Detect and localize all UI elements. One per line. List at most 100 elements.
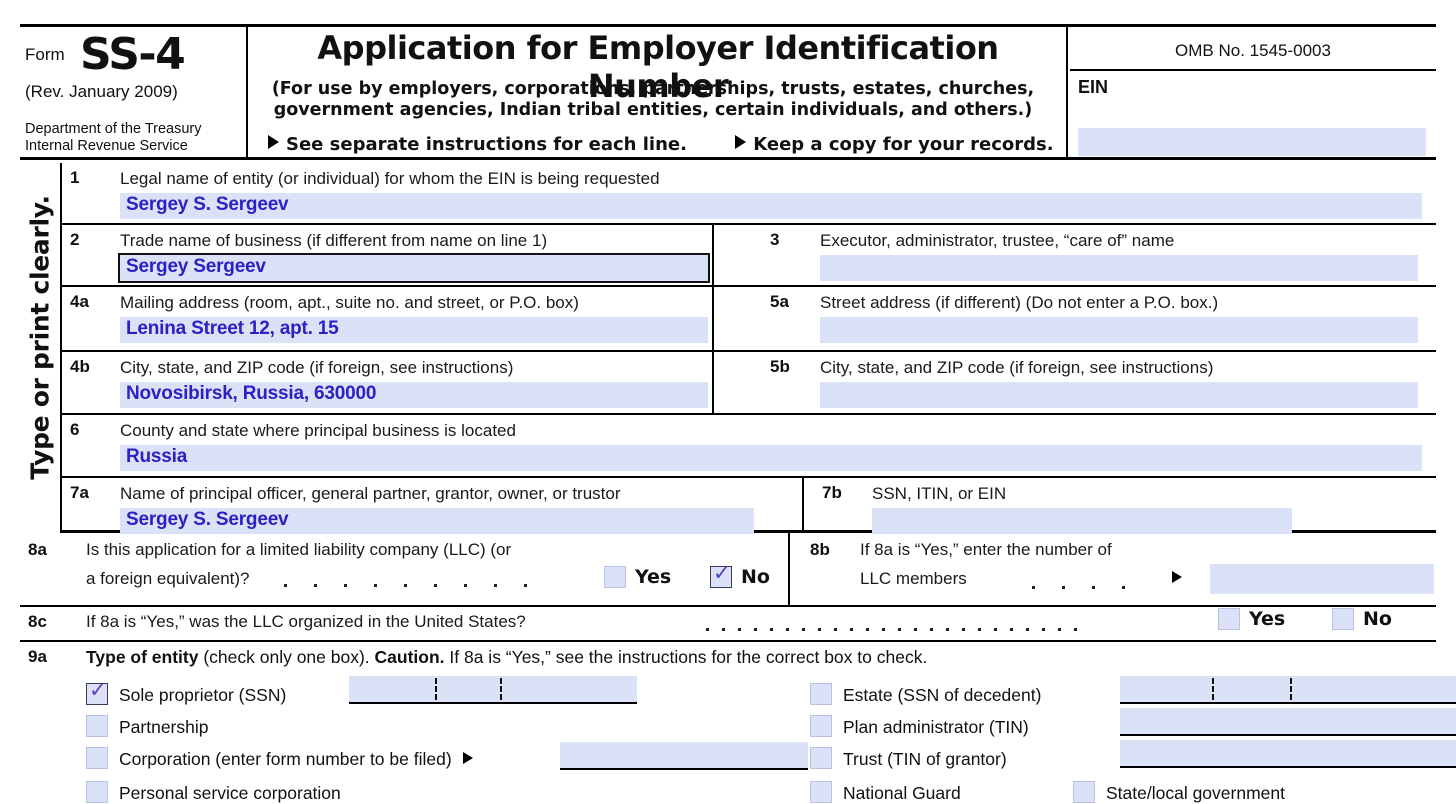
form-row-1: 1 Legal name of entity (or individual) f… (62, 163, 1436, 225)
line-label-3: Executor, administrator, trustee, “care … (820, 231, 1175, 250)
entity-option-trust[interactable]: Trust (TIN of grantor) (810, 747, 1007, 770)
checkbox-8c-yes-label: Yes (1249, 608, 1286, 630)
line-label-1: Legal name of entity (or individual) for… (120, 169, 660, 188)
line-label-5a: Street address (if different) (Do not en… (820, 293, 1219, 312)
sole-proprietor-ssn-input[interactable] (349, 676, 637, 704)
arrow-right-icon (462, 752, 473, 764)
dot-leader (284, 577, 554, 595)
line-label-7b: SSN, ITIN, or EIN (872, 484, 1007, 503)
department-line-1: Department of the Treasury (25, 121, 202, 137)
ein-label: EIN (1078, 77, 1109, 97)
checkbox-state-local-government[interactable] (1073, 781, 1095, 803)
entity-option-estate[interactable]: Estate (SSN of decedent) (810, 683, 1041, 706)
field-trade-name: 2 Trade name of business (if different f… (62, 225, 714, 285)
checkbox-estate[interactable] (810, 683, 832, 705)
line-4a-value: Lenina Street 12, apt. 15 (126, 318, 339, 339)
ssn-separator (1290, 678, 1292, 700)
dot-leader (1032, 579, 1152, 597)
field-mailing-address: 4a Mailing address (room, apt., suite no… (62, 287, 714, 350)
line-label-8a-part2: a foreign equivalent)? (86, 569, 250, 588)
line-label-9a-mid: (check only one box). (198, 647, 375, 667)
checkbox-8a-no-label: No (741, 566, 770, 588)
ssn-separator (1212, 678, 1214, 700)
checkbox-national-guard[interactable] (810, 781, 832, 803)
line-label-8b-part1: If 8a is “Yes,” enter the number of (860, 540, 1112, 559)
field-street-city: 5b City, state, and ZIP code (if foreign… (714, 352, 1436, 413)
entity-label-sole-proprietor: Sole proprietor (SSN) (119, 685, 287, 705)
header-left-block: Form SS-4 (Rev. January 2009) Department… (20, 27, 248, 160)
entity-option-corporation[interactable]: Corporation (enter form number to be fil… (86, 747, 473, 770)
header-right-block: OMB No. 1545-0003 EIN (1070, 27, 1436, 160)
checkbox-personal-service-corporation[interactable] (86, 781, 108, 803)
checkbox-plan-administrator[interactable] (810, 715, 832, 737)
line-number-7b: 7b (822, 483, 842, 502)
plan-administrator-tin-input[interactable] (1120, 708, 1456, 736)
ein-block: EIN (1070, 69, 1436, 160)
line-label-9a-tail: If 8a is “Yes,” see the instructions for… (444, 647, 928, 667)
checkbox-corporation[interactable] (86, 747, 108, 769)
line-label-4a: Mailing address (room, apt., suite no. a… (120, 293, 579, 312)
line-label-8b-part2: LLC members (860, 569, 967, 588)
line-label-4b: City, state, and ZIP code (if foreign, s… (120, 358, 514, 377)
line-6-input-fill[interactable] (120, 445, 1422, 471)
ein-input[interactable] (1078, 128, 1426, 156)
corporation-form-number-input[interactable] (560, 742, 808, 770)
triangle-bullet-icon (735, 135, 747, 149)
line-6-value: Russia (126, 446, 188, 467)
line-1-input-fill[interactable] (120, 193, 1422, 219)
field-ssn-itin-ein: 7b SSN, ITIN, or EIN (804, 478, 1436, 534)
line-number-4b: 4b (70, 357, 90, 376)
checkbox-8a-no-group[interactable]: No (710, 562, 770, 589)
checkbox-8c-no-group[interactable]: No (1332, 608, 1392, 631)
form-subtitle-line-2: government agencies, Indian tribal entit… (273, 100, 1033, 120)
line-7b-input-fill[interactable] (872, 508, 1292, 534)
line-label-9a: Type of entity (check only one box). Cau… (86, 647, 927, 668)
header-title-block: Application for Employer Identification … (250, 27, 1068, 160)
form-row-2-3: 2 Trade name of business (if different f… (62, 225, 1436, 287)
line-label-5b: City, state, and ZIP code (if foreign, s… (820, 358, 1214, 377)
line-8b-input[interactable] (1210, 564, 1434, 594)
line-label-9a-bold2: Caution. (374, 647, 445, 667)
field-legal-name: 1 Legal name of entity (or individual) f… (62, 163, 1436, 223)
line-3-input-fill[interactable] (820, 255, 1418, 281)
checkbox-8c-yes-group[interactable]: Yes (1218, 608, 1285, 631)
checkbox-8c-yes[interactable] (1218, 608, 1240, 630)
form-header: Form SS-4 (Rev. January 2009) Department… (20, 24, 1436, 160)
field-llc-us-organized: 8c If 8a is “Yes,” was the LLC organized… (20, 607, 1436, 642)
line-number-9a: 9a (28, 647, 47, 666)
checkbox-partnership[interactable] (86, 715, 108, 737)
entity-label-national-guard: National Guard (843, 783, 961, 803)
checkbox-sole-proprietor[interactable] (86, 679, 108, 705)
entity-option-sole-proprietor[interactable]: Sole proprietor (SSN) (86, 679, 287, 706)
line-number-7a: 7a (70, 483, 89, 502)
triangle-bullet-icon (268, 135, 279, 149)
line-7a-value: Sergey S. Sergeev (126, 509, 289, 530)
line-5a-input-fill[interactable] (820, 317, 1418, 343)
arrow-right-icon (1172, 571, 1182, 583)
estate-ssn-input[interactable] (1120, 676, 1456, 704)
side-caption-text: Type or print clearly. (25, 195, 55, 480)
checkbox-trust[interactable] (810, 747, 832, 769)
checkbox-8a-yes-group[interactable]: Yes (604, 566, 671, 589)
line-number-8c: 8c (28, 612, 47, 631)
entity-option-partnership[interactable]: Partnership (86, 715, 209, 738)
line-number-5b: 5b (770, 357, 790, 376)
entity-label-plan-administrator: Plan administrator (TIN) (843, 717, 1029, 737)
field-street-address: 5a Street address (if different) (Do not… (714, 287, 1436, 350)
form-row-6: 6 County and state where principal busin… (62, 415, 1436, 478)
entity-label-corporation: Corporation (enter form number to be fil… (119, 749, 452, 769)
form-ss4-page: Form SS-4 (Rev. January 2009) Department… (0, 0, 1456, 803)
entity-label-trust: Trust (TIN of grantor) (843, 749, 1007, 769)
entity-option-plan-administrator[interactable]: Plan administrator (TIN) (810, 715, 1029, 738)
entity-label-personal-service-corp: Personal service corporation (119, 783, 341, 803)
trust-tin-input[interactable] (1120, 740, 1456, 768)
checkbox-8a-no[interactable] (710, 562, 732, 588)
field-executor-name: 3 Executor, administrator, trustee, “car… (714, 225, 1436, 285)
line-number-8a: 8a (28, 540, 47, 559)
form-word-label: Form (25, 45, 65, 64)
line-5b-input-fill[interactable] (820, 382, 1418, 408)
issuing-department: Department of the Treasury Internal Reve… (25, 121, 202, 155)
form-subtitle: (For use by employers, corporations, par… (250, 79, 1056, 121)
checkbox-8a-yes[interactable] (604, 566, 626, 588)
checkbox-8c-no[interactable] (1332, 608, 1354, 630)
